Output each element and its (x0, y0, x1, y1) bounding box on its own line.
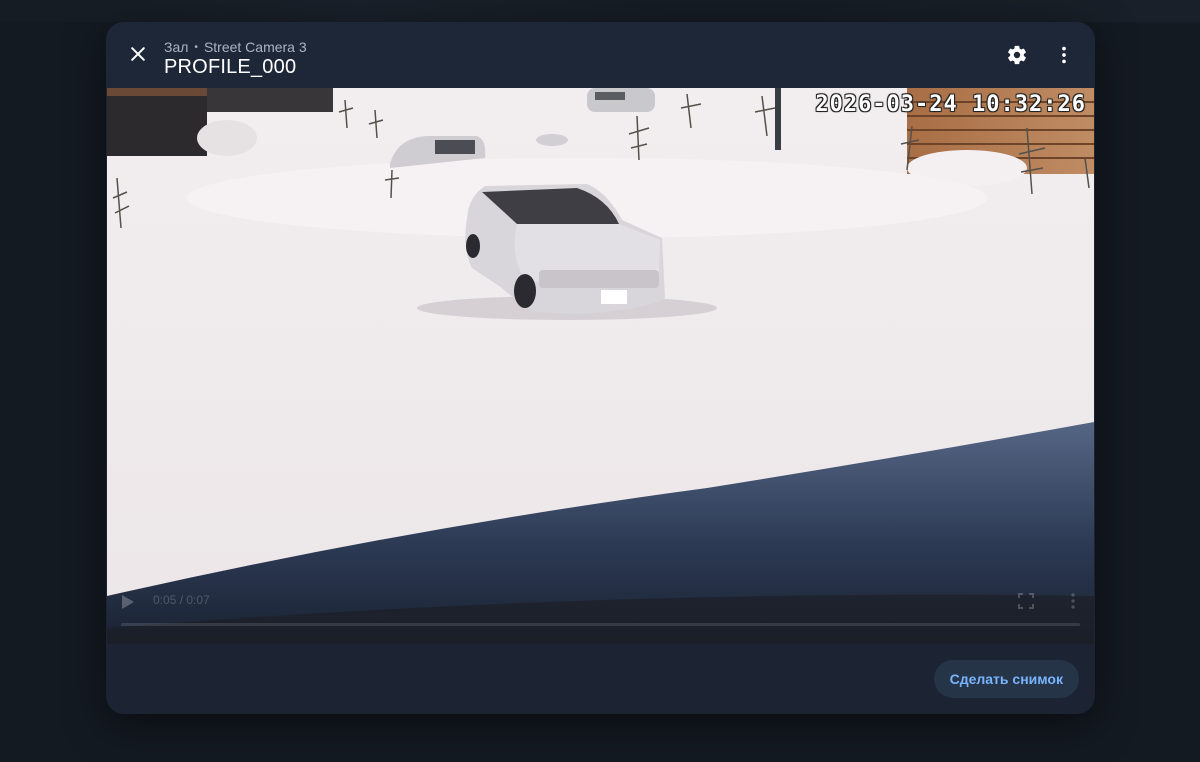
dialog-titles: Зал • Street Camera 3 PROFILE_000 (164, 39, 307, 79)
dialog-header: Зал • Street Camera 3 PROFILE_000 (106, 22, 1095, 88)
breadcrumb-camera: Street Camera 3 (203, 39, 307, 55)
seek-bar[interactable] (121, 623, 1080, 626)
more-vertical-icon (1062, 46, 1066, 64)
video-player[interactable]: 2026-03-24 10:32:26 0:05 / 0:07 (107, 88, 1094, 644)
breadcrumb-area: Зал (164, 39, 189, 55)
video-more-vertical-icon[interactable] (1070, 593, 1076, 609)
breadcrumb: Зал • Street Camera 3 (164, 39, 307, 55)
gear-icon (1008, 45, 1026, 65)
video-timestamp: 2026-03-24 10:32:26 (815, 92, 1086, 117)
dialog-title: PROFILE_000 (164, 56, 297, 78)
close-button[interactable] (119, 35, 157, 73)
play-icon[interactable] (121, 594, 135, 610)
camera-dialog: Зал • Street Camera 3 PROFILE_000 2026-0… (106, 22, 1095, 714)
video-time: 0:05 / 0:07 (153, 593, 210, 607)
breadcrumb-separator-icon: • (194, 41, 198, 53)
background-page (0, 0, 1200, 22)
more-options-button[interactable] (1045, 36, 1083, 74)
fullscreen-icon[interactable] (1018, 593, 1034, 609)
settings-button[interactable] (998, 36, 1036, 74)
take-snapshot-button[interactable]: Сделать снимок (933, 660, 1079, 698)
camera-feed-image (107, 88, 1094, 644)
video-controls: 0:05 / 0:07 (107, 584, 1094, 644)
close-icon (131, 47, 145, 61)
